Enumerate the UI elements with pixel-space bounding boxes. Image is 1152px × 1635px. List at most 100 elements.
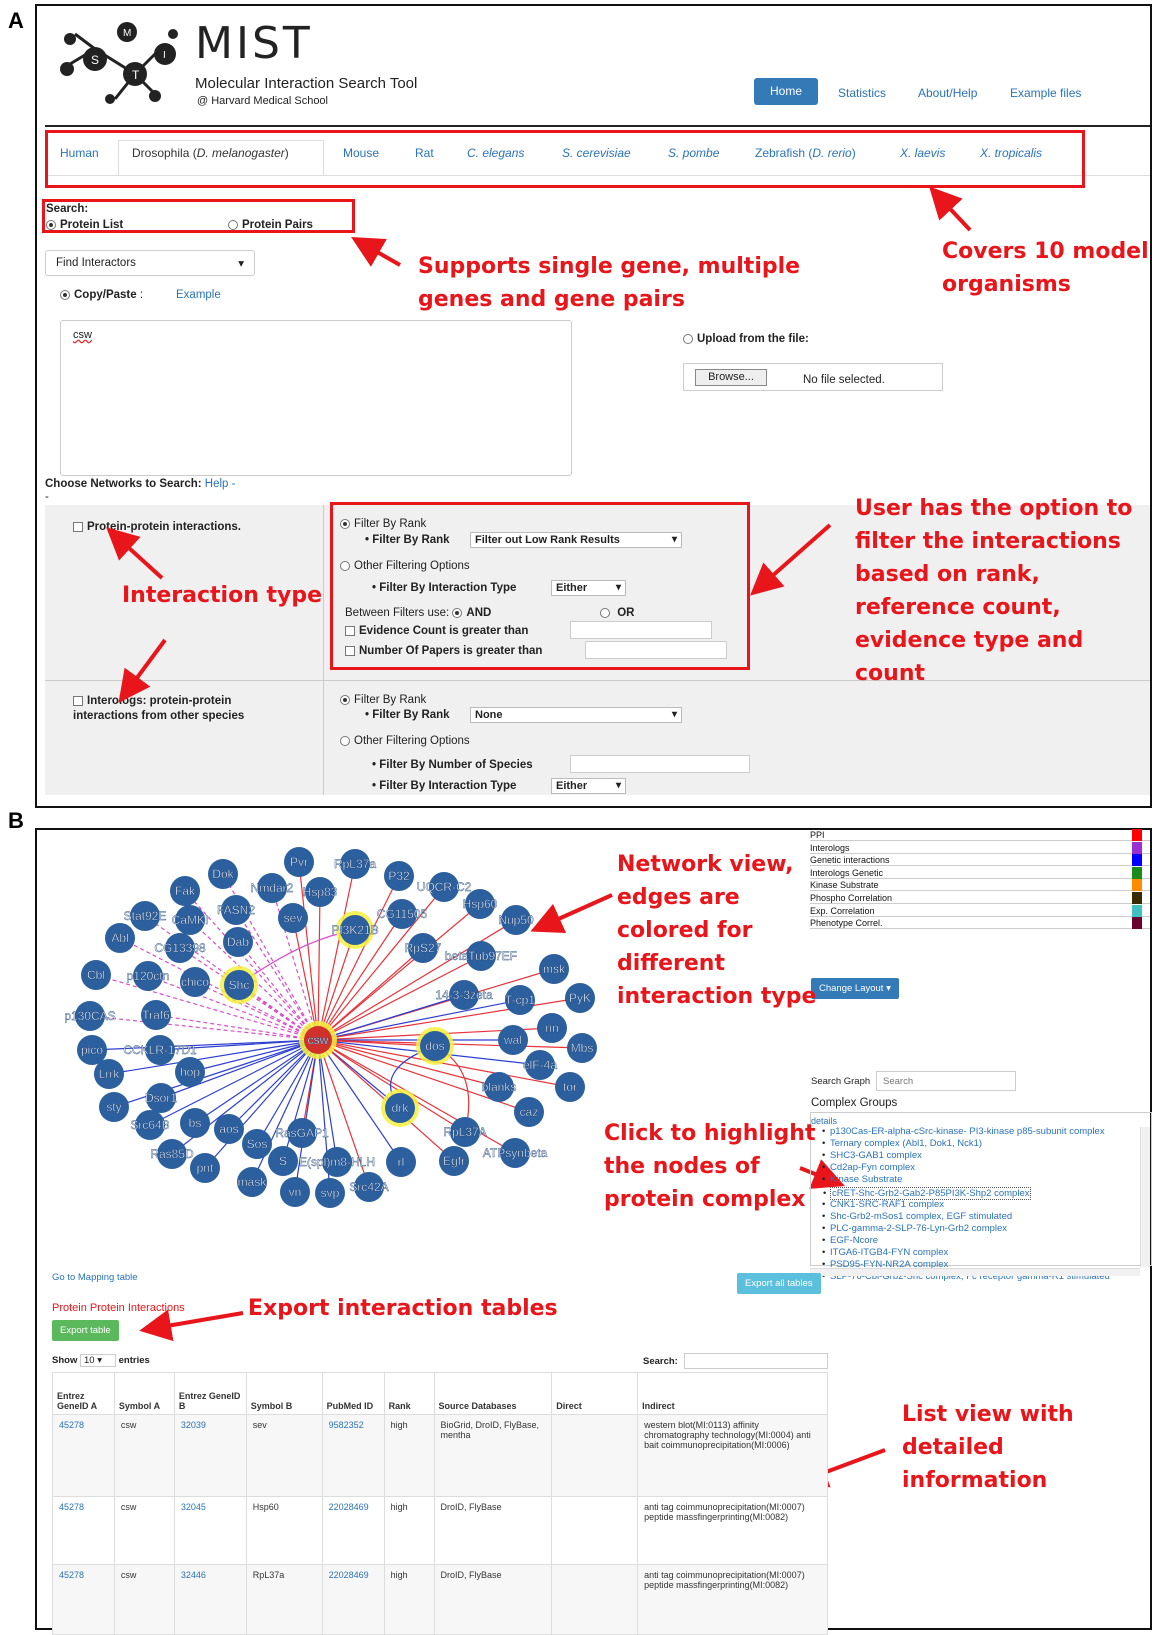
- network-node[interactable]: Src64B: [130, 1110, 170, 1140]
- table-header-cell[interactable]: Symbol A: [113, 1372, 175, 1415]
- network-node[interactable]: Dab: [223, 927, 253, 957]
- network-node[interactable]: Nmdar2: [250, 873, 294, 903]
- network-node[interactable]: Shc: [220, 966, 258, 1004]
- change-layout-button[interactable]: Change Layout ▾: [811, 978, 899, 999]
- network-node[interactable]: Fak: [170, 876, 200, 906]
- network-node[interactable]: 14-3-3zeta: [435, 980, 493, 1010]
- interologs-checkbox[interactable]: Interologs: protein-protein: [73, 695, 231, 707]
- network-node[interactable]: aos: [214, 1114, 244, 1144]
- copy-paste-radio[interactable]: Copy/Paste :: [60, 289, 143, 301]
- network-node[interactable]: pnt: [190, 1153, 220, 1183]
- ppi-checkbox[interactable]: Protein-protein interactions.: [73, 521, 241, 533]
- table-header-cell[interactable]: Entrez GeneID A: [52, 1372, 115, 1415]
- network-node[interactable]: Cbl: [81, 960, 111, 990]
- interologs-rank-select[interactable]: None: [470, 707, 682, 723]
- network-node[interactable]: betaTub97EF: [445, 941, 517, 971]
- table-cell[interactable]: 45278: [52, 1496, 115, 1565]
- network-node[interactable]: elF-4a: [523, 1050, 558, 1080]
- table-cell[interactable]: 32446: [173, 1564, 247, 1635]
- network-node[interactable]: Abl: [105, 923, 135, 953]
- search-mode-select[interactable]: Find Interactors ▾: [45, 250, 255, 276]
- network-node[interactable]: RpL37A: [443, 1117, 487, 1147]
- network-node[interactable]: chico: [180, 967, 210, 997]
- complex-item[interactable]: p130Cas-ER-alpha-cSrc-kinase- PI3-kinase…: [822, 1126, 1105, 1137]
- complex-item[interactable]: PLC-gamma-2-SLP-76-Lyn-Grb2 complex: [822, 1223, 1007, 1234]
- network-node[interactable]: Src42A: [349, 1172, 389, 1202]
- table-header-cell[interactable]: Symbol B: [245, 1372, 323, 1415]
- example-link[interactable]: Example: [176, 289, 221, 301]
- table-search-input[interactable]: [684, 1353, 828, 1369]
- network-node[interactable]: sty: [99, 1092, 129, 1122]
- network-node[interactable]: ATPsynbeta: [483, 1138, 548, 1168]
- nav-examples-link[interactable]: Example files: [1010, 86, 1081, 100]
- network-node[interactable]: P32: [384, 861, 414, 891]
- network-node[interactable]: caz: [514, 1097, 544, 1127]
- help-link[interactable]: Help -: [205, 478, 236, 490]
- network-node[interactable]: msk: [539, 954, 569, 984]
- network-node[interactable]: csw: [299, 1021, 337, 1059]
- complex-item[interactable]: ITGA6-ITGB4-FYN complex: [822, 1247, 948, 1258]
- page-size-select[interactable]: 10 ▾: [79, 1354, 116, 1367]
- network-node[interactable]: Dok: [208, 859, 238, 889]
- table-cell[interactable]: 22028469: [321, 1564, 385, 1635]
- network-node[interactable]: CaMKI: [171, 905, 209, 935]
- table-cell[interactable]: 9582352: [321, 1414, 385, 1497]
- network-node[interactable]: Lrrk: [94, 1059, 124, 1089]
- complex-item[interactable]: cRET-Shc-Grb2-Gab2-P85PI3K-Shp2 complex: [823, 1186, 1032, 1200]
- complex-item[interactable]: Shc-Grb2-mSos1 complex, EGF stimulated: [822, 1211, 1012, 1222]
- interologs-other-filtering-radio[interactable]: Other Filtering Options: [340, 735, 470, 747]
- upload-radio[interactable]: Upload from the file:: [683, 333, 809, 345]
- table-header-cell[interactable]: Indirect: [637, 1372, 828, 1415]
- nav-about-link[interactable]: About/Help: [918, 86, 977, 100]
- table-cell[interactable]: 22028469: [321, 1496, 385, 1565]
- network-node[interactable]: drk: [381, 1089, 419, 1127]
- interologs-filter-rank-radio[interactable]: Filter By Rank: [340, 694, 426, 706]
- network-node[interactable]: FASN2: [217, 895, 256, 925]
- network-node[interactable]: Stat92E: [123, 901, 167, 931]
- nav-statistics-link[interactable]: Statistics: [838, 86, 886, 100]
- network-node[interactable]: Traf6: [141, 1000, 171, 1030]
- network-node[interactable]: p130CAS: [64, 1001, 116, 1031]
- search-graph-input[interactable]: [876, 1071, 1016, 1091]
- num-species-input[interactable]: [570, 755, 750, 773]
- network-node[interactable]: rl: [386, 1147, 416, 1177]
- network-node[interactable]: T-cp1: [505, 985, 536, 1015]
- interologs-interaction-type-select[interactable]: Either: [551, 778, 626, 794]
- network-node[interactable]: CG13398: [154, 933, 206, 963]
- network-node[interactable]: Mbs: [567, 1033, 597, 1063]
- complex-item[interactable]: SHC3-GAB1 complex: [822, 1150, 922, 1161]
- complex-item[interactable]: Kinase Substrate: [822, 1174, 902, 1185]
- complex-list-scrollbar[interactable]: [1140, 1127, 1150, 1267]
- network-node[interactable]: Ras85D: [150, 1139, 194, 1169]
- network-node[interactable]: Egfr: [439, 1146, 469, 1176]
- network-node[interactable]: dos: [416, 1027, 454, 1065]
- network-node[interactable]: wal: [498, 1025, 528, 1055]
- network-node[interactable]: svp: [315, 1178, 345, 1208]
- network-node[interactable]: RasGAP1: [275, 1118, 329, 1148]
- network-node[interactable]: bs: [180, 1108, 210, 1138]
- nav-home-button[interactable]: Home: [754, 78, 818, 105]
- export-table-button[interactable]: Export table: [52, 1320, 119, 1341]
- network-node[interactable]: Sos: [242, 1129, 272, 1159]
- table-header-cell[interactable]: Source Databases: [433, 1372, 553, 1415]
- network-node[interactable]: Nup50: [498, 905, 534, 935]
- network-node[interactable]: p120ctn: [126, 961, 170, 991]
- complex-item[interactable]: Cd2ap-Fyn complex: [822, 1162, 915, 1173]
- network-node[interactable]: rin: [537, 1013, 567, 1043]
- network-node[interactable]: CG11505: [377, 899, 428, 929]
- network-node[interactable]: Hsp83: [302, 877, 338, 907]
- network-node[interactable]: vn: [280, 1177, 310, 1207]
- export-all-tables-button[interactable]: Export all tables: [737, 1273, 821, 1294]
- table-cell[interactable]: 32045: [173, 1496, 247, 1565]
- network-node[interactable]: Pvr: [284, 847, 314, 877]
- network-node[interactable]: PyK: [565, 983, 595, 1013]
- complex-list-hscrollbar[interactable]: [810, 1268, 1140, 1276]
- browse-button[interactable]: Browse...: [695, 369, 767, 386]
- network-node[interactable]: sev: [278, 903, 308, 933]
- complex-item[interactable]: EGF-Ncore: [822, 1235, 878, 1246]
- table-cell[interactable]: 32039: [173, 1414, 247, 1497]
- network-node[interactable]: mask: [237, 1167, 268, 1197]
- table-header-cell[interactable]: Rank: [383, 1372, 435, 1415]
- table-header-cell[interactable]: Entrez GeneID B: [173, 1372, 247, 1415]
- network-node[interactable]: RpL37a: [334, 849, 377, 879]
